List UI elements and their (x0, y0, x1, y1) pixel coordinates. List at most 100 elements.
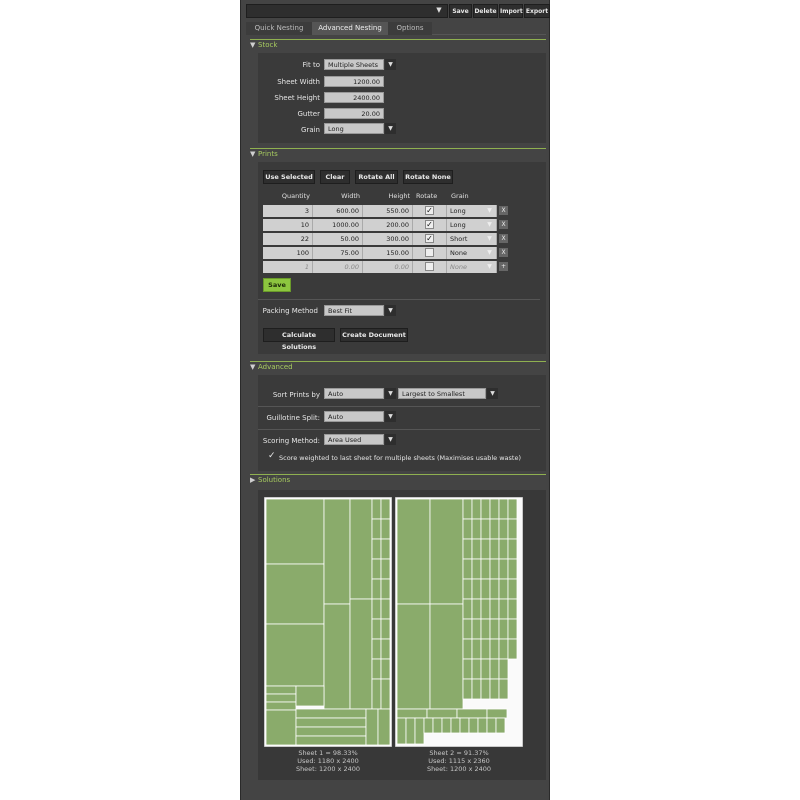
table-row[interactable]: 10 1000.00 200.00 ✓ Long ▼ X (263, 218, 541, 232)
piece (498, 678, 509, 700)
sort-order-select[interactable]: Largest to Smallest (398, 388, 486, 399)
chevron-down-icon[interactable]: ▼ (485, 220, 494, 229)
chevron-down-icon[interactable]: ▼ (485, 234, 494, 243)
preset-select[interactable] (246, 4, 448, 18)
remove-row-button[interactable]: X (499, 248, 508, 257)
quantity-cell[interactable]: 1 (263, 261, 313, 273)
remove-row-button[interactable]: X (499, 206, 508, 215)
quantity-cell[interactable]: 10 (263, 219, 313, 231)
use-selected-button[interactable]: Use Selected (263, 170, 315, 184)
chevron-down-icon[interactable]: ▼ (385, 305, 396, 316)
piece (471, 598, 482, 620)
rotate-checkbox[interactable] (425, 248, 434, 257)
rotate-checkbox[interactable]: ✓ (425, 206, 434, 215)
chevron-down-icon[interactable]: ▼ (485, 206, 494, 215)
delete-preset-button[interactable]: Delete (473, 4, 498, 18)
piece (498, 558, 509, 580)
height-cell[interactable]: 150.00 (363, 247, 413, 259)
piece (456, 708, 488, 719)
width-cell[interactable]: 75.00 (313, 247, 363, 259)
width-cell[interactable]: 1000.00 (313, 219, 363, 231)
rotate-checkbox[interactable] (425, 262, 434, 271)
height-cell[interactable]: 0.00 (363, 261, 413, 273)
rotate-all-button[interactable]: Rotate All (355, 170, 398, 184)
col-rotate: Rotate (413, 190, 447, 203)
chevron-down-icon[interactable]: ▼ (385, 59, 396, 70)
sort-prints-select[interactable]: Auto (324, 388, 384, 399)
table-row[interactable]: 100 75.00 150.00 None ▼ X (263, 246, 541, 260)
guillotine-split-select[interactable]: Auto (324, 411, 384, 422)
chevron-down-icon[interactable]: ▼ (385, 434, 396, 445)
quantity-cell[interactable]: 22 (263, 233, 313, 245)
save-prints-button[interactable]: Save (263, 278, 291, 292)
sheet-height-field[interactable]: 2400.00 (324, 92, 384, 103)
quantity-cell[interactable]: 100 (263, 247, 313, 259)
chevron-down-icon[interactable]: ▼ (487, 388, 498, 399)
height-cell[interactable]: 200.00 (363, 219, 413, 231)
piece (498, 598, 509, 620)
piece (480, 618, 491, 640)
width-cell[interactable]: 50.00 (313, 233, 363, 245)
chevron-down-icon[interactable]: ▼ (385, 388, 396, 399)
piece (265, 498, 325, 565)
piece (498, 538, 509, 560)
rotate-checkbox[interactable]: ✓ (425, 220, 434, 229)
calculate-solutions-button[interactable]: Calculate Solutions (263, 328, 335, 351)
chevron-down-icon[interactable]: ▼ (385, 123, 396, 134)
piece (480, 598, 491, 620)
tab-bar: Quick Nesting Advanced Nesting Options (246, 22, 546, 35)
piece (380, 598, 391, 620)
table-new-row[interactable]: 1 0.00 0.00 None ▼ + (263, 260, 541, 274)
grain-select[interactable]: Long (324, 123, 384, 134)
tab-quick-nesting[interactable]: Quick Nesting (246, 22, 312, 35)
rotate-none-button[interactable]: Rotate None (403, 170, 453, 184)
height-cell[interactable]: 300.00 (363, 233, 413, 245)
piece (480, 518, 491, 540)
piece (507, 578, 518, 600)
piece (432, 717, 443, 734)
packing-method-select[interactable]: Best Fit (324, 305, 384, 316)
rotate-checkbox[interactable]: ✓ (425, 234, 434, 243)
export-button[interactable]: Export (524, 4, 550, 18)
table-row[interactable]: 3 600.00 550.00 ✓ Long ▼ X (263, 204, 541, 218)
add-row-button[interactable]: + (499, 262, 508, 271)
remove-row-button[interactable]: X (499, 220, 508, 229)
sheet-width-field[interactable]: 1200.00 (324, 76, 384, 87)
tab-options[interactable]: Options (388, 22, 432, 35)
table-row[interactable]: 22 50.00 300.00 ✓ Short ▼ X (263, 232, 541, 246)
save-preset-button[interactable]: Save (449, 4, 472, 18)
stock-section-header[interactable]: ▼ Stock (250, 39, 546, 51)
piece (507, 618, 518, 640)
check-icon[interactable]: ✓ (268, 452, 278, 462)
create-document-button[interactable]: Create Document (340, 328, 408, 342)
quantity-cell[interactable]: 3 (263, 205, 313, 217)
piece (295, 708, 367, 719)
clear-button[interactable]: Clear (320, 170, 350, 184)
gutter-field[interactable]: 20.00 (324, 108, 384, 119)
piece (371, 638, 382, 660)
height-cell[interactable]: 550.00 (363, 205, 413, 217)
import-button[interactable]: Import (499, 4, 523, 18)
piece (295, 735, 367, 746)
piece (462, 578, 473, 600)
remove-row-button[interactable]: X (499, 234, 508, 243)
chevron-down-icon[interactable]: ▼ (434, 5, 444, 15)
solutions-section-header[interactable]: ▶ Solutions (250, 474, 546, 486)
piece (471, 578, 482, 600)
piece (489, 638, 500, 660)
prints-section-header[interactable]: ▼ Prints (250, 148, 546, 160)
sheet-height-label: Sheet Height (274, 94, 320, 102)
width-cell[interactable]: 600.00 (313, 205, 363, 217)
fit-to-select[interactable]: Multiple Sheets (324, 59, 384, 70)
piece (380, 578, 391, 600)
advanced-section-header[interactable]: ▼ Advanced (250, 361, 546, 373)
chevron-down-icon[interactable]: ▼ (385, 411, 396, 422)
triangle-down-icon: ▼ (250, 363, 256, 371)
chevron-down-icon[interactable]: ▼ (485, 248, 494, 257)
sheet-1-percent: Sheet 1 = 98.33% (298, 749, 358, 757)
scoring-method-select[interactable]: Area Used (324, 434, 384, 445)
width-cell[interactable]: 0.00 (313, 261, 363, 273)
tab-advanced-nesting[interactable]: Advanced Nesting (312, 22, 388, 35)
triangle-down-icon: ▼ (250, 41, 256, 49)
chevron-down-icon[interactable]: ▼ (485, 262, 494, 271)
